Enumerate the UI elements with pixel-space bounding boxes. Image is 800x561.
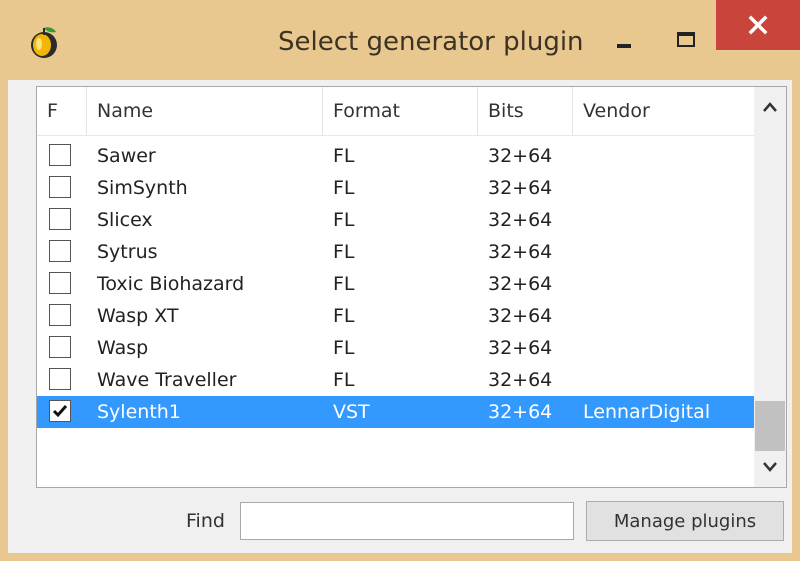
dialog-content: F Name Format Bits Vendor Sawer FL 32+64… [8,80,792,553]
plugin-format: FL [333,145,355,167]
favorite-checkbox[interactable] [49,336,71,358]
find-label: Find [186,510,225,532]
plugin-name: Sylenth1 [97,401,181,423]
find-input[interactable] [240,502,574,540]
column-header-favorite[interactable]: F [37,87,87,135]
plugin-name: SimSynth [97,177,188,199]
plugin-name: Wasp [97,337,149,359]
plugin-bits: 32+64 [488,369,553,391]
plugin-bits: 32+64 [488,241,553,263]
plugin-format: FL [333,273,355,295]
plugin-vendor [573,364,583,396]
favorite-checkbox[interactable] [49,304,71,326]
plugin-vendor [573,332,583,364]
plugin-bits: 32+64 [488,401,553,423]
vertical-scrollbar[interactable] [754,87,786,487]
plugin-format: FL [333,369,355,391]
table-row-selected[interactable]: Sylenth1 VST 32+64 LennarDigital [37,396,754,428]
plugin-name: Sawer [97,145,156,167]
table-row[interactable]: Wasp XT FL 32+64 [37,300,754,332]
table-row[interactable]: Sawer FL 32+64 [37,140,754,172]
plugin-vendor [573,236,583,268]
plugin-dialog-window: Select generator plugin F Name Format Bi [0,0,800,561]
plugin-bits: 32+64 [488,145,553,167]
plugin-name: Sytrus [97,241,158,263]
plugin-bits: 32+64 [488,209,553,231]
maximize-button[interactable] [658,18,714,62]
favorite-checkbox[interactable] [49,176,71,198]
scroll-thumb[interactable] [755,401,785,451]
column-header-name[interactable]: Name [87,87,323,135]
plugin-list[interactable]: F Name Format Bits Vendor Sawer FL 32+64… [36,86,787,488]
plugin-format: FL [333,305,355,327]
window-title: Select generator plugin [278,27,584,57]
favorite-checkbox[interactable] [49,368,71,390]
plugin-name: Slicex [97,209,153,231]
close-icon [748,15,768,35]
plugin-name: Toxic Biohazard [97,273,245,295]
column-header-format[interactable]: Format [323,87,478,135]
checkmark-icon [52,405,68,418]
plugin-format: FL [333,209,355,231]
table-row[interactable]: Wasp FL 32+64 [37,332,754,364]
plugin-vendor [573,172,583,204]
plugin-format: VST [333,401,370,423]
table-row[interactable]: Sytrus FL 32+64 [37,236,754,268]
scroll-down-button[interactable] [754,451,786,483]
chevron-down-icon [763,462,777,472]
column-header-bits[interactable]: Bits [478,87,573,135]
favorite-checkbox[interactable] [49,208,71,230]
table-row[interactable]: SimSynth FL 32+64 [37,172,754,204]
minimize-icon [617,44,631,48]
favorite-checkbox[interactable] [49,144,71,166]
plugin-vendor [573,140,583,172]
table-row[interactable]: Slicex FL 32+64 [37,204,754,236]
plugin-vendor [573,268,583,300]
plugin-format: FL [333,241,355,263]
plugin-format: FL [333,177,355,199]
plugin-bits: 32+64 [488,337,553,359]
list-header: F Name Format Bits Vendor [37,87,754,136]
close-button[interactable] [716,0,800,50]
chevron-up-icon [763,102,777,112]
maximize-icon [677,32,695,47]
favorite-checkbox[interactable] [49,240,71,262]
fl-studio-fruit-icon[interactable] [26,24,62,60]
plugin-name: Wave Traveller [97,369,237,391]
title-bar[interactable]: Select generator plugin [8,0,800,80]
plugin-bits: 32+64 [488,273,553,295]
favorite-checkbox-checked[interactable] [49,400,71,422]
manage-plugins-button[interactable]: Manage plugins [586,501,784,541]
table-row[interactable]: Toxic Biohazard FL 32+64 [37,268,754,300]
plugin-bits: 32+64 [488,177,553,199]
plugin-format: FL [333,337,355,359]
favorite-checkbox[interactable] [49,272,71,294]
plugin-name: Wasp XT [97,305,179,327]
plugin-bits: 32+64 [488,305,553,327]
plugin-vendor: LennarDigital [583,401,711,423]
minimize-button[interactable] [596,18,652,62]
table-row[interactable]: Wave Traveller FL 32+64 [37,364,754,396]
scroll-up-button[interactable] [754,91,786,123]
plugin-vendor [573,204,583,236]
plugin-vendor [573,300,583,332]
column-header-vendor[interactable]: Vendor [573,87,754,135]
